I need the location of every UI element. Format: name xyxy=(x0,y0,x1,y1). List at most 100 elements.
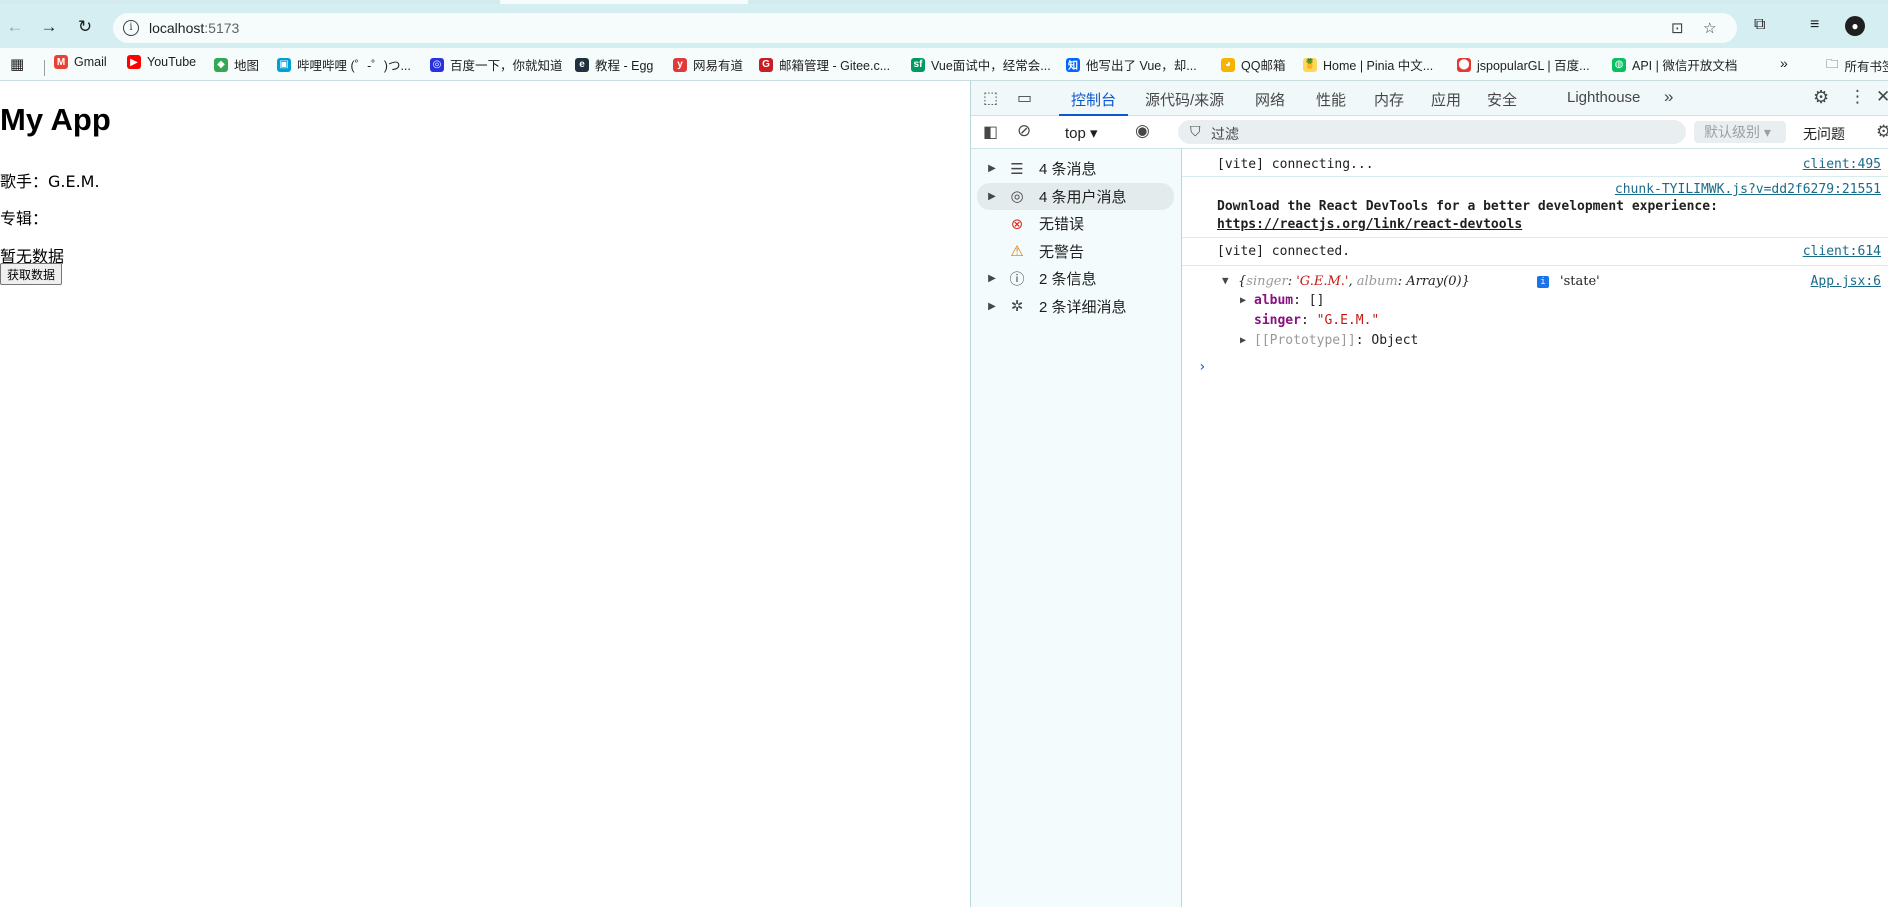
sidebar-item[interactable]: ⚠ 无警告 xyxy=(977,238,1174,265)
info-icon: ⓘ xyxy=(1009,271,1025,288)
console-message: [vite] connected. client:614 xyxy=(1182,238,1888,266)
console-area: ▶ ☰ 4 条消息 ▶ ◎ 4 条用户消息 ⊗ 无错误 ⚠ 无警告 ▶ ⓘ 2 条信息 ▶ ✲ 2 条详细消息… xyxy=(971,149,1888,907)
youdao-icon: y xyxy=(673,57,687,72)
devtools-tab[interactable]: 性能 xyxy=(1316,89,1346,110)
bookmark-item[interactable]: ◍ API | 微信开放文档 xyxy=(1612,55,1737,74)
reading-list-icon[interactable]: ≡ xyxy=(1810,16,1819,34)
bookmark-item[interactable]: ▶ YouTube xyxy=(127,55,196,69)
devtools-tab[interactable]: 安全 xyxy=(1487,89,1517,110)
singer-line: 歌手：G.E.M. xyxy=(0,172,100,191)
sidebar-item-label: 2 条详细消息 xyxy=(1039,298,1127,316)
fetch-data-button[interactable]: 获取数据 xyxy=(0,263,63,285)
bookmark-item[interactable]: e 教程 - Egg xyxy=(575,55,653,74)
arrow-left-icon: ← xyxy=(6,17,24,36)
source-link[interactable]: client:614 xyxy=(1803,244,1881,259)
source-link[interactable]: App.jsx:6 xyxy=(1811,274,1881,289)
console-sidebar: ▶ ☰ 4 条消息 ▶ ◎ 4 条用户消息 ⊗ 无错误 ⚠ 无警告 ▶ ⓘ 2 条信息 ▶ ✲ 2 条详细消息 xyxy=(971,149,1182,907)
devtools-tab[interactable]: 应用 xyxy=(1431,89,1461,110)
console-prompt[interactable]: › xyxy=(1198,359,1206,375)
bookmark-label: 网易有道 xyxy=(693,59,744,73)
bookmark-item[interactable]: ⬤ jspopularGL | 百度... xyxy=(1457,55,1590,74)
bookmark-item[interactable]: G 邮箱管理 - Gitee.c... xyxy=(759,55,890,74)
devtools-tab[interactable]: 内存 xyxy=(1374,89,1404,110)
site-info-icon[interactable]: i xyxy=(123,20,139,36)
bookmark-item[interactable]: ◕ QQ邮箱 xyxy=(1221,55,1285,74)
clear-console-icon[interactable]: ⊘ xyxy=(1017,121,1031,141)
filter-icon: ⛉ xyxy=(1190,123,1201,139)
devtools-tab[interactable]: Lighthouse xyxy=(1567,89,1640,106)
sidebar-item-label: 4 条用户消息 xyxy=(1039,188,1127,206)
more-tabs-icon[interactable]: » xyxy=(1664,87,1673,107)
youtube-icon: ▶ xyxy=(127,55,141,69)
egg-icon: e xyxy=(575,57,589,72)
log-levels-dropdown[interactable]: 默认级别 ▾ xyxy=(1694,121,1786,143)
console-settings-icon[interactable]: ⚙ xyxy=(1876,122,1888,142)
pinia-icon: 🍍 xyxy=(1303,57,1317,72)
sidebar-item[interactable]: ▶ ☰ 4 条消息 xyxy=(977,155,1174,182)
more-bookmarks-icon[interactable]: » xyxy=(1780,55,1788,71)
device-toolbar-icon[interactable]: ▭ xyxy=(1017,88,1032,108)
user-icon: ◎ xyxy=(1010,188,1024,205)
issues-counter[interactable]: 无问题 xyxy=(1803,124,1845,144)
sidebar-item[interactable]: ⊗ 无错误 xyxy=(977,210,1174,237)
forward-button[interactable]: → xyxy=(36,14,62,40)
console-message: chunk-TYILIMWK.js?v=dd2f6279:21551 Downl… xyxy=(1182,177,1888,238)
gitee-icon: G xyxy=(759,57,773,72)
bookmark-label: Gmail xyxy=(74,55,107,69)
zhihu-icon: 知 xyxy=(1066,57,1080,72)
bookmark-star-icon[interactable]: ☆ xyxy=(1703,19,1716,37)
console-toolbar: ◧ ⊘ top ▾ ◉ ⛉ 过滤 默认级别 ▾ 无问题 ⚙ xyxy=(971,116,1888,149)
expand-triangle-icon[interactable]: ▶ xyxy=(1240,295,1246,306)
bookmark-item[interactable]: 🍍 Home | Pinia 中文... xyxy=(1303,55,1433,74)
dropdown-arrow-icon: ▾ xyxy=(1090,125,1098,142)
bookmark-item[interactable]: 知他写出了 Vue，却... xyxy=(1066,55,1197,74)
bookmark-label: Vue面试中，经常会... xyxy=(931,59,1051,73)
bookmark-item[interactable]: ◆ 地图 xyxy=(214,55,259,74)
inspect-element-icon[interactable]: ⬚ xyxy=(983,88,998,108)
bookmark-item[interactable]: ◎ 百度一下，你就知道 xyxy=(430,55,563,74)
all-bookmarks-button[interactable]: 🗀所有书签 xyxy=(1826,55,1888,76)
bookmark-item[interactable]: y 网易有道 xyxy=(673,55,743,74)
url-text[interactable]: localhost:5173 xyxy=(149,20,239,36)
devtools-tab[interactable]: 控制台 xyxy=(1058,89,1129,116)
apps-grid-icon[interactable]: ▦ xyxy=(10,55,24,73)
profile-avatar[interactable]: ● xyxy=(1845,16,1865,36)
object-preview[interactable]: {singer: 'G.E.M.', album: Array(0)} xyxy=(1238,274,1470,289)
expand-triangle-icon: ▶ xyxy=(988,273,996,284)
back-button[interactable]: ← xyxy=(2,14,28,40)
bookmark-label: 邮箱管理 - Gitee.c... xyxy=(779,59,891,73)
console-messages: [vite] connecting... client:495 chunk-TY… xyxy=(1182,149,1888,907)
devtools-tab[interactable]: 网络 xyxy=(1255,89,1285,110)
source-link[interactable]: chunk-TYILIMWK.js?v=dd2f6279:21551 xyxy=(1615,182,1881,197)
filter-input[interactable]: ⛉ 过滤 xyxy=(1178,120,1686,144)
more-options-icon[interactable]: ⋮ xyxy=(1849,87,1866,107)
sidebar-item[interactable]: ▶ ⓘ 2 条信息 xyxy=(977,265,1174,292)
settings-gear-icon[interactable]: ⚙ xyxy=(1813,87,1829,108)
address-bar[interactable]: i localhost:5173 ⊡ ☆ xyxy=(113,13,1737,43)
source-link[interactable]: client:495 xyxy=(1803,157,1881,172)
bookmark-label: jspopularGL | 百度... xyxy=(1477,59,1590,73)
bookmark-item[interactable]: ▣ 哔哩哔哩 (゜-゜)つ... xyxy=(277,55,411,74)
maps-icon: ◆ xyxy=(214,57,228,72)
baidu-icon: ◎ xyxy=(430,57,444,72)
devtools-tab[interactable]: 源代码/来源 xyxy=(1145,89,1224,110)
live-expression-eye-icon[interactable]: ◉ xyxy=(1135,121,1150,141)
reload-button[interactable]: ↻ xyxy=(72,14,98,40)
bookmark-item[interactable]: M Gmail xyxy=(54,55,107,69)
devtools-link[interactable]: https://reactjs.org/link/react-devtools xyxy=(1217,217,1522,232)
devtools-panel: ⬚ ▭ 控制台 源代码/来源 网络 性能 内存 应用 安全 Lighthouse » ⚙ ⋮ … xyxy=(970,81,1888,907)
sidebar-item[interactable]: ▶ ✲ 2 条详细消息 xyxy=(977,293,1174,320)
expand-triangle-icon: ▶ xyxy=(988,163,996,174)
warning-icon: ⚠ xyxy=(1010,243,1024,260)
sidebar-toggle-icon[interactable]: ◧ xyxy=(983,122,998,142)
extensions-icon[interactable]: ⧉ xyxy=(1754,16,1765,34)
context-selector[interactable]: top ▾ xyxy=(1065,124,1098,142)
error-icon: ⊗ xyxy=(1010,215,1024,233)
sidebar-item[interactable]: ▶ ◎ 4 条用户消息 xyxy=(977,182,1174,210)
expand-triangle-icon[interactable]: ▶ xyxy=(1240,335,1246,346)
translate-icon[interactable]: ⊡ xyxy=(1671,19,1684,37)
bookmark-label: API | 微信开放文档 xyxy=(1632,59,1738,73)
bookmark-item[interactable]: sf Vue面试中，经常会... xyxy=(911,55,1051,74)
expand-triangle-icon[interactable]: ▼ xyxy=(1222,274,1229,287)
close-icon[interactable]: ✕ xyxy=(1876,87,1888,107)
